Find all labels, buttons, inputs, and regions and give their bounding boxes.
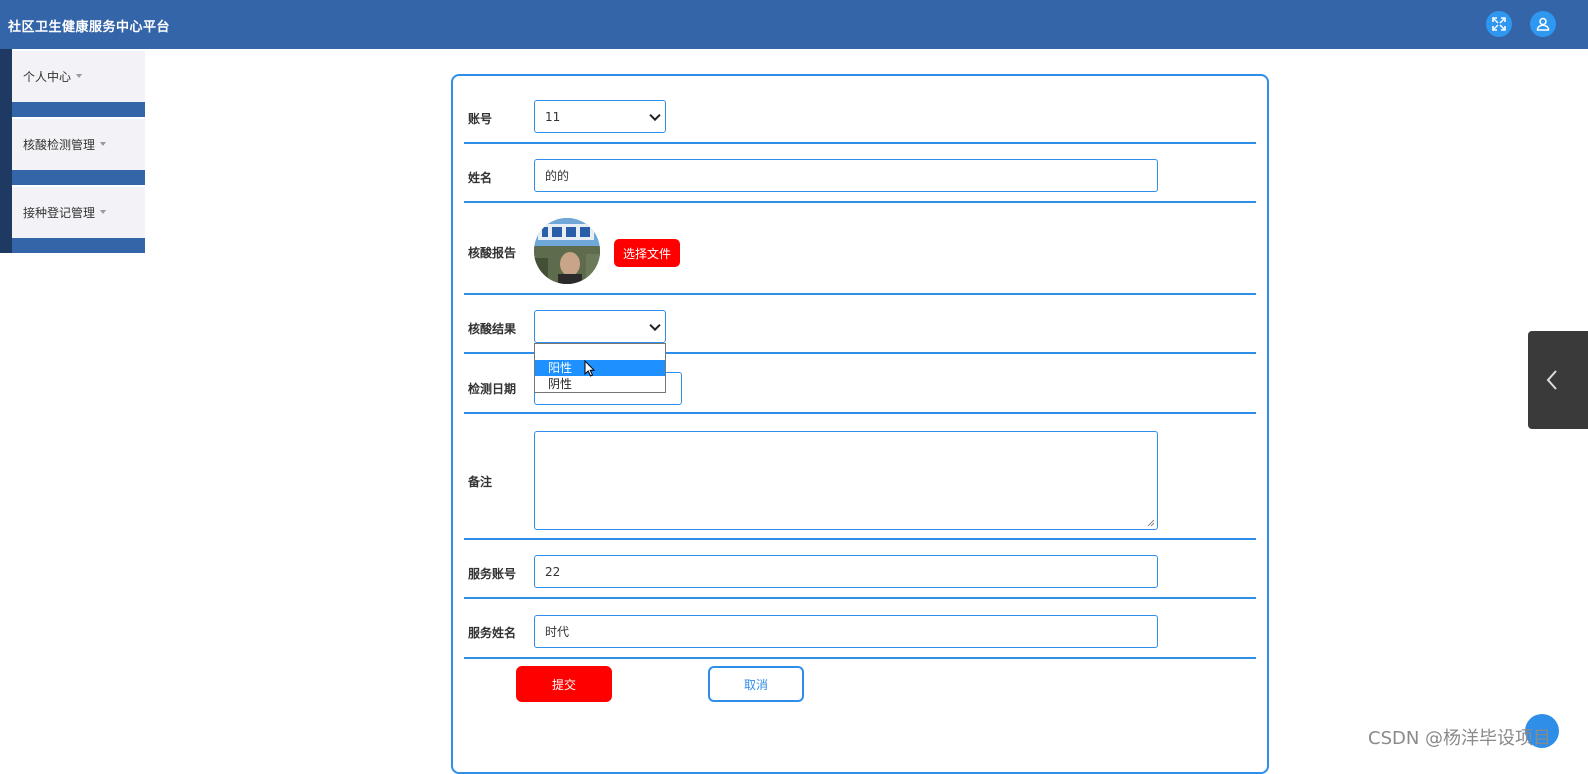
dropdown-option-negative[interactable]: 阴性 — [535, 376, 665, 392]
report-image-thumbnail — [534, 218, 600, 284]
sidebar-group-vaccination: 接种登记管理 — [0, 185, 145, 253]
form-row-name: 姓名 的的 — [464, 144, 1256, 203]
name-label: 姓名 — [468, 171, 493, 185]
watermark: CSDN @杨洋毕设项目 — [1368, 728, 1552, 749]
service-name-label: 服务姓名 — [468, 626, 517, 640]
sidebar-item-label: 核酸检测管理 — [23, 138, 96, 152]
service-account-input[interactable]: 22 — [534, 555, 1158, 588]
caret-down-icon — [100, 141, 107, 146]
app-title: 社区卫生健康服务中心平台 — [8, 20, 171, 35]
user-icon — [1536, 17, 1550, 31]
name-input[interactable]: 的的 — [534, 159, 1158, 192]
remark-label: 备注 — [468, 475, 493, 489]
choose-file-button[interactable]: 选择文件 — [614, 239, 680, 267]
account-select[interactable]: 11 — [534, 100, 666, 133]
sidebar-group-personal: 个人中心 — [0, 49, 145, 117]
caret-down-icon — [100, 209, 107, 214]
account-label: 账号 — [468, 112, 493, 126]
result-select[interactable] — [534, 310, 666, 343]
form-row-report: 核酸报告 选择文件 — [464, 203, 1256, 295]
service-name-input[interactable]: 时代 — [534, 615, 1158, 648]
form-row-service-account: 服务账号 22 — [464, 540, 1256, 599]
sidebar-item-label: 个人中心 — [23, 70, 72, 84]
caret-down-icon — [76, 73, 83, 78]
report-label: 核酸报告 — [468, 246, 517, 260]
result-label: 核酸结果 — [468, 322, 517, 336]
result-dropdown-list: 阳性 阴性 — [534, 343, 666, 393]
form-row-service-name: 服务姓名 时代 — [464, 599, 1256, 659]
service-account-label: 服务账号 — [468, 567, 517, 581]
cancel-button[interactable]: 取消 — [708, 666, 804, 702]
user-button[interactable] — [1530, 11, 1556, 37]
top-header: 社区卫生健康服务中心平台 — [0, 0, 1588, 49]
form-row-account: 账号 11 — [464, 95, 1256, 144]
sidebar-item-label: 接种登记管理 — [23, 206, 96, 220]
chevron-down-icon — [649, 319, 661, 331]
sidebar-item-personal-center[interactable]: 个人中心 — [12, 51, 145, 102]
sidebar: 个人中心 核酸检测管理 接种登记管理 — [0, 49, 145, 253]
dropdown-option-empty[interactable] — [535, 344, 665, 360]
fullscreen-button[interactable] — [1486, 11, 1512, 37]
form-row-remark: 备注 — [464, 414, 1256, 540]
sidebar-item-vaccination[interactable]: 接种登记管理 — [12, 187, 145, 238]
fullscreen-icon — [1492, 17, 1506, 31]
chevron-left-icon — [1546, 370, 1557, 390]
chevron-down-icon — [649, 109, 661, 121]
sidebar-group-nucleic: 核酸检测管理 — [0, 117, 145, 185]
resize-handle-icon[interactable] — [1147, 519, 1155, 527]
date-label: 检测日期 — [468, 382, 517, 396]
dropdown-option-positive[interactable]: 阳性 — [535, 360, 665, 376]
side-panel-toggle[interactable] — [1528, 331, 1588, 429]
submit-button[interactable]: 提交 — [516, 666, 612, 702]
sidebar-item-nucleic-test[interactable]: 核酸检测管理 — [12, 119, 145, 170]
mouse-cursor-icon — [584, 360, 596, 377]
remark-textarea[interactable] — [534, 431, 1158, 530]
